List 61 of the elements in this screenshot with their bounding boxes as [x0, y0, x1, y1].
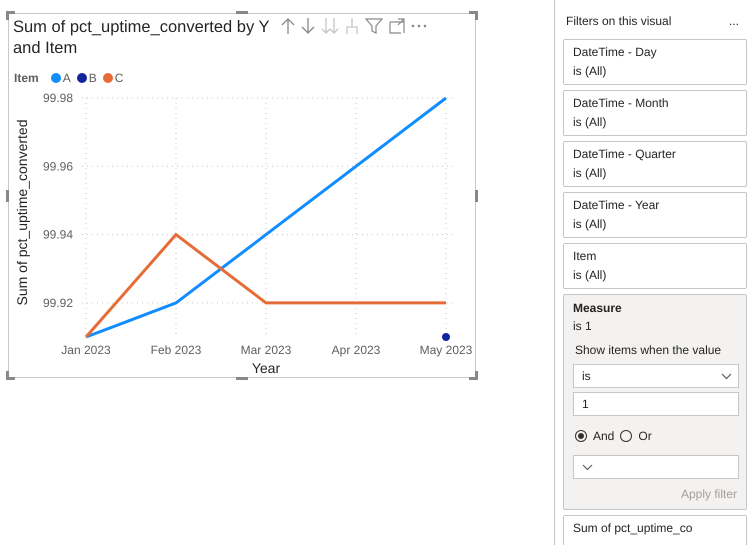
pane-title: Filters on this visual [566, 14, 672, 30]
y-tick-label: 99.98 [42, 91, 73, 105]
focus-mode-icon[interactable] [389, 18, 405, 34]
operator-dropdown[interactable] [573, 455, 739, 479]
resize-handle[interactable] [236, 11, 248, 14]
filter-card[interactable]: Measure is 1 Show items when the value is 1 And Or Apply filter [563, 294, 747, 510]
filter-card[interactable]: DateTime - Quarter is (All) [563, 141, 747, 187]
legend-title: Item [14, 71, 39, 85]
more-options[interactable]: ... [728, 14, 739, 32]
filter-state: is (All) [573, 268, 608, 282]
legend-label[interactable]: C [114, 71, 124, 85]
radio-button[interactable] [620, 430, 632, 442]
arrow-up-icon[interactable] [281, 17, 295, 35]
value-field[interactable]: 1 [573, 392, 739, 416]
legend-label[interactable]: A [62, 71, 71, 85]
x-tick-label: Feb 2023 [150, 343, 202, 357]
radio-label: Or [638, 429, 652, 443]
operator-dropdown[interactable]: is [573, 364, 739, 388]
resize-handle[interactable] [6, 190, 9, 202]
filter-card[interactable]: Item is (All) [563, 243, 747, 289]
filter-state: is (All) [573, 115, 608, 129]
y-tick-label: 99.96 [42, 159, 73, 174]
condition-label: Show items when the value [575, 343, 722, 357]
filter-state: is (All) [573, 217, 608, 231]
x-tick-label: Apr 2023 [332, 343, 380, 357]
filter-state: is (All) [573, 166, 608, 180]
filter-state: is 1 [573, 319, 593, 333]
y-axis-title: Sum of pct_uptime_converted [14, 120, 30, 306]
y-tick-label: 99.94 [42, 228, 73, 242]
legend-label[interactable]: B [88, 71, 97, 85]
filter-name: Sum of pct_uptime_co [573, 521, 694, 535]
x-tick-label: May 2023 [420, 343, 472, 357]
radio-button[interactable] [575, 430, 587, 442]
filter-name: DateTime - Quarter [573, 147, 677, 161]
arrow-down-icon[interactable] [301, 17, 315, 35]
filter-name: DateTime - Month [573, 96, 670, 110]
x-tick-label: Mar 2023 [240, 343, 292, 357]
resize-handle[interactable] [475, 190, 478, 202]
chevron-down-icon [582, 464, 593, 470]
filter-card[interactable]: DateTime - Day is (All) [563, 39, 747, 85]
filter-name: DateTime - Day [573, 45, 658, 59]
hierarchy-icon[interactable] [345, 17, 359, 35]
resize-handle[interactable] [236, 377, 248, 380]
double-arrow-down-icon[interactable] [321, 17, 339, 35]
filter-name: DateTime - Year [573, 198, 660, 212]
filter-state: is (All) [573, 64, 608, 78]
y-tick-label: 99.92 [42, 296, 73, 310]
chart-visual[interactable]: Sum of pct_uptime_converted by Y and Item Item A B C 99.92 99.94 99.96 99.98 Jan 2023 Feb 2023 Mar 2023 Apr 2023 May 2023 Year Sum of pct_uptime_converted [8, 13, 476, 378]
filter-card[interactable]: Sum of pct_uptime_co [563, 515, 747, 545]
filter-name: Measure [573, 301, 623, 315]
filter-name: Item [573, 249, 598, 263]
radio-label: And [593, 429, 614, 443]
x-axis-title: Year [252, 360, 280, 376]
filter-card[interactable]: DateTime - Month is (All) [563, 90, 747, 136]
x-tick-label: Jan 2023 [61, 343, 111, 357]
data-point [442, 333, 450, 341]
filter-icon[interactable] [365, 17, 383, 35]
filter-card[interactable]: DateTime - Year is (All) [563, 192, 747, 238]
chevron-down-icon [721, 372, 732, 380]
chart-title: Sum of pct_uptime_converted by Y and Item [12, 17, 270, 59]
more-options-icon[interactable] [411, 24, 427, 28]
